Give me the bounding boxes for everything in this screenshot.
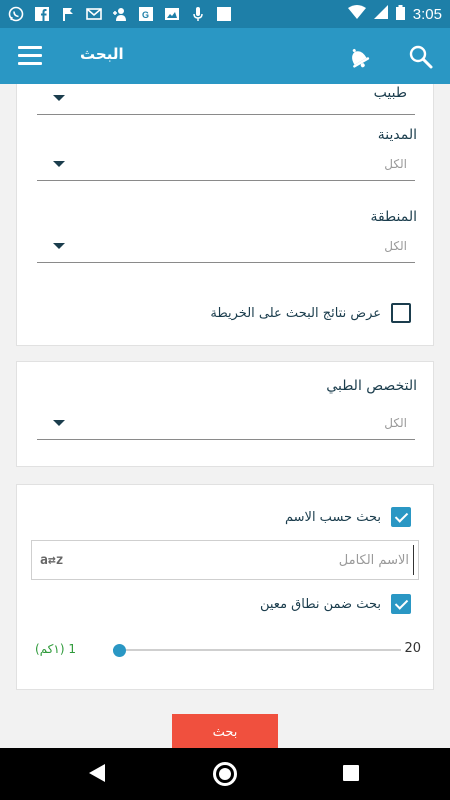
gmail-icon [86, 6, 102, 22]
city-label: المدينة [377, 127, 417, 143]
status-time: 3:05 [412, 5, 442, 23]
show-on-map-row[interactable]: عرض نتائج البحث على الخريطة [210, 301, 411, 325]
mic-icon [190, 6, 206, 22]
menu-icon[interactable] [18, 46, 42, 66]
search-by-name-row[interactable]: بحث حسب الاسم [285, 505, 411, 529]
image-icon [164, 6, 180, 22]
region-label: المنطقة [370, 209, 417, 225]
region-value: الكل [384, 239, 407, 253]
range-slider-track[interactable] [113, 644, 401, 657]
region-select[interactable]: الكل [37, 231, 415, 263]
name-search-card: بحث حسب الاسم a⇄z بحث ضمن نطاق معين (١كم… [16, 484, 434, 690]
bell-icon[interactable] [345, 44, 371, 70]
whatsapp-icon [8, 6, 24, 22]
doctor-type-select[interactable]: طبيب [37, 84, 415, 115]
range-max-label: 20 [404, 641, 421, 656]
show-on-map-label: عرض نتائج البحث على الخريطة [210, 305, 381, 321]
search-form: طبيب المدينة الكل المنطقة الكل عرض نتائج… [0, 84, 450, 748]
app-bar: البحث [0, 28, 450, 84]
location-filters-card: طبيب المدينة الكل المنطقة الكل عرض نتائج… [16, 84, 434, 346]
az-icon: a⇄z [40, 553, 64, 568]
system-nav-bar [0, 748, 450, 800]
add-person-icon [112, 6, 128, 22]
search-by-name-checkbox[interactable] [391, 507, 411, 527]
range-value-label: (١كم) 1 [35, 642, 76, 656]
facebook-icon [34, 6, 50, 22]
flag-icon [60, 6, 76, 22]
specialty-card: التخصص الطبي الكل [16, 361, 434, 467]
search-icon[interactable] [408, 44, 434, 70]
range-slider-thumb[interactable] [113, 644, 126, 657]
signal-icon [373, 5, 388, 23]
svg-text:G: G [142, 10, 149, 20]
full-name-field[interactable]: a⇄z [31, 540, 419, 580]
doctor-type-value: طبيب [373, 85, 407, 101]
wifi-icon [347, 5, 366, 23]
range-search-checkbox[interactable] [391, 594, 411, 614]
specialty-label: التخصص الطبي [326, 378, 417, 394]
battery-icon [395, 4, 405, 24]
search-by-name-label: بحث حسب الاسم [284, 509, 381, 525]
show-on-map-checkbox[interactable] [391, 303, 411, 323]
specialty-value: الكل [384, 416, 407, 430]
specialty-select[interactable]: الكل [37, 408, 415, 440]
search-button[interactable]: بحث [172, 714, 278, 748]
dropdown-caret-icon [53, 95, 65, 101]
square-icon [216, 6, 232, 22]
city-value: الكل [384, 157, 407, 171]
status-bar: G 3:05 [0, 0, 450, 28]
dropdown-caret-icon [53, 243, 65, 249]
city-select[interactable]: الكل [37, 149, 415, 181]
full-name-input[interactable] [84, 545, 414, 575]
back-icon[interactable] [89, 764, 105, 782]
range-search-label: بحث ضمن نطاق معين [259, 596, 381, 612]
range-search-row[interactable]: بحث ضمن نطاق معين [260, 592, 411, 616]
page-title: البحث [80, 45, 124, 63]
dropdown-caret-icon [53, 161, 65, 167]
range-slider-row: (١كم) 1 20 [31, 638, 421, 662]
home-icon[interactable] [213, 762, 237, 786]
recent-apps-icon[interactable] [343, 765, 359, 781]
maps-icon: G [138, 6, 154, 22]
dropdown-caret-icon [53, 420, 65, 426]
